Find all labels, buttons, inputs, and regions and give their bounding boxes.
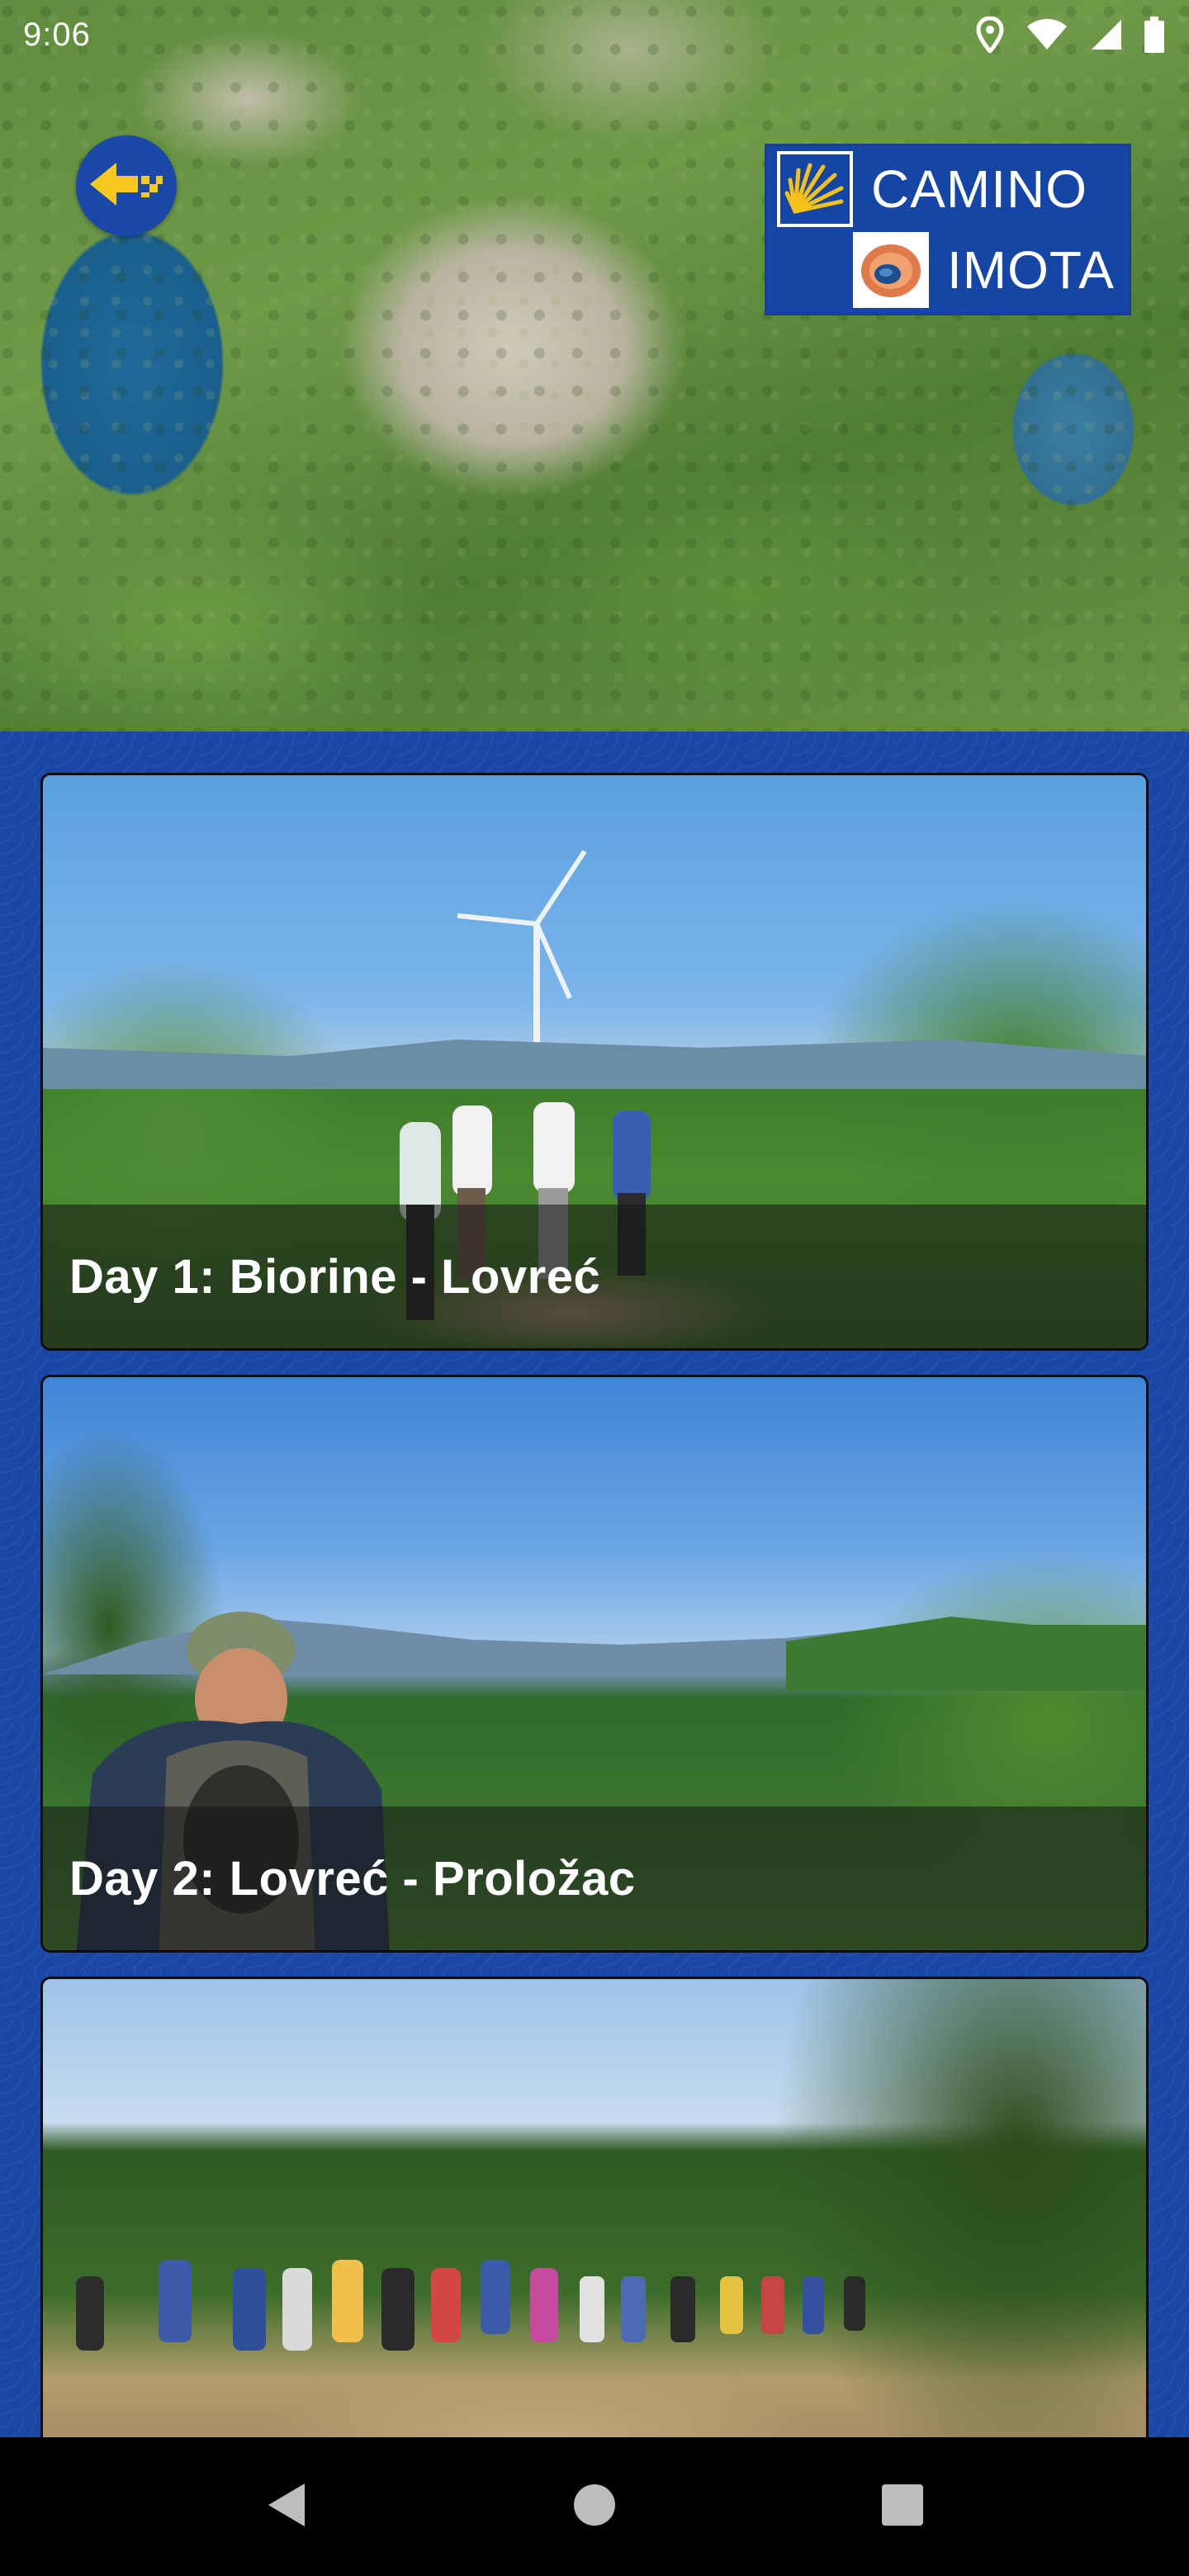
logo-text-imota: IMOTA bbox=[947, 240, 1115, 300]
camino-imota-logo: CAMINO IMOTA bbox=[765, 144, 1131, 315]
recents-square-icon bbox=[879, 2482, 926, 2532]
status-icons bbox=[976, 17, 1164, 53]
battery-icon bbox=[1144, 17, 1164, 53]
logo-row-camino: CAMINO bbox=[777, 149, 1129, 230]
home-circle-icon bbox=[571, 2482, 618, 2532]
route-card-day-2[interactable]: Day 2: Lovreć - Proložac bbox=[40, 1375, 1149, 1953]
wifi-icon bbox=[1026, 18, 1068, 51]
back-triangle-icon bbox=[262, 2480, 311, 2534]
logo-text-camino: CAMINO bbox=[871, 159, 1087, 219]
logo-badge-lake bbox=[853, 232, 929, 308]
lake-emblem-icon bbox=[856, 235, 926, 305]
nav-home-button[interactable] bbox=[557, 2469, 632, 2544]
scallop-shell-icon bbox=[780, 154, 850, 224]
route-list[interactable]: Day 1: Biorine - Lovreć Day 2: Lovreć - … bbox=[0, 732, 1189, 2437]
route-caption-day-2: Day 2: Lovreć - Proložac bbox=[43, 1807, 1146, 1950]
route-title-day-1: Day 1: Biorine - Lovreć bbox=[69, 1249, 601, 1304]
system-nav-bar bbox=[0, 2437, 1189, 2576]
hero-texture bbox=[0, 0, 1189, 732]
nav-recents-button[interactable] bbox=[865, 2469, 940, 2544]
route-card-day-1[interactable]: Day 1: Biorine - Lovreć bbox=[40, 773, 1149, 1351]
signal-icon bbox=[1090, 18, 1123, 51]
logo-badge bbox=[777, 151, 853, 227]
logo-row-imota: IMOTA bbox=[777, 230, 1129, 310]
status-time: 9:06 bbox=[23, 16, 91, 53]
status-bar: 9:06 bbox=[0, 0, 1189, 69]
location-icon bbox=[976, 17, 1004, 53]
route-photo-day-3 bbox=[43, 1979, 1146, 2437]
back-button[interactable] bbox=[76, 135, 177, 236]
hero-image: 9:06 CAMINO IMOTA bbox=[0, 0, 1189, 732]
route-card-day-3[interactable] bbox=[40, 1977, 1149, 2437]
nav-back-button[interactable] bbox=[249, 2469, 324, 2544]
route-title-day-2: Day 2: Lovreć - Proložac bbox=[69, 1851, 636, 1906]
arrow-left-icon bbox=[87, 159, 166, 213]
route-caption-day-1: Day 1: Biorine - Lovreć bbox=[43, 1205, 1146, 1348]
